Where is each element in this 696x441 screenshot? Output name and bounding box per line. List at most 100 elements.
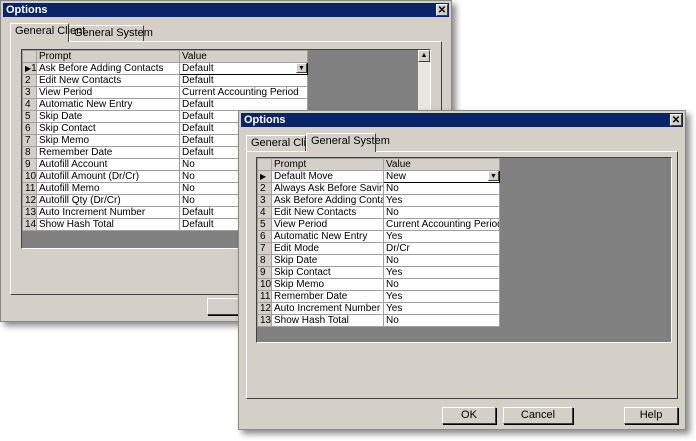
tab-general-client[interactable]: General Client — [10, 23, 85, 42]
close-button[interactable]: ✕ — [436, 4, 448, 16]
row-number: 4 — [22, 98, 37, 111]
table-row[interactable]: 11 Remember Date Yes — [257, 290, 500, 303]
close-icon: ✕ — [437, 5, 447, 16]
grid-header-row: Prompt Value — [257, 158, 500, 171]
value-cell[interactable]: Default ▼ — [179, 62, 308, 75]
ok-button[interactable]: OK — [442, 407, 496, 424]
row-number: 8 — [257, 254, 272, 267]
prompt-cell: Skip Contact — [271, 266, 384, 279]
value-cell[interactable]: No — [383, 182, 500, 195]
value-cell[interactable]: Default — [179, 98, 308, 111]
value-cell[interactable]: New ▼ — [383, 170, 500, 183]
table-row[interactable]: 12 Auto Increment Number Yes — [257, 302, 500, 315]
prompt-cell: View Period — [271, 218, 384, 231]
value-cell[interactable]: Dr/Cr — [383, 242, 500, 255]
table-row[interactable]: 3Ask Before Adding ContactsYes — [257, 194, 500, 207]
row-number: 7 — [22, 134, 37, 147]
row-number: 8 — [22, 146, 37, 159]
options-dialog-front: Options ✕ General Client General System … — [238, 110, 686, 430]
help-label: Help — [639, 409, 663, 421]
scroll-up-icon[interactable]: ▲ — [418, 50, 430, 62]
dialog-title: Options — [6, 4, 48, 16]
prompt-cell: Edit Mode — [271, 242, 384, 255]
table-row[interactable]: 5 View Period Current Accounting Period — [257, 218, 500, 231]
value-cell[interactable]: Yes — [383, 302, 500, 315]
title-bar-front[interactable]: Options ✕ — [241, 113, 683, 127]
row-number: 3 — [257, 194, 272, 207]
row-number: 9 — [22, 158, 37, 171]
prompt-cell: Remember Date — [271, 290, 384, 303]
prompt-cell: Remember Date — [36, 146, 180, 159]
row-number: ▶1 — [22, 62, 37, 75]
row-header-corner — [257, 158, 272, 171]
prompt-cell: View Period — [36, 86, 180, 99]
table-row[interactable]: 2 Edit New Contacts Default — [22, 74, 308, 87]
tab-label: General Client — [15, 25, 86, 37]
value-column-header[interactable]: Value — [179, 50, 308, 63]
tab-general-system[interactable]: General System — [306, 133, 390, 152]
prompt-cell: Skip Memo — [271, 278, 384, 291]
close-button[interactable]: ✕ — [670, 114, 682, 126]
prompt-cell: Autofill Memo — [36, 182, 180, 195]
dialog-title: Options — [244, 114, 286, 126]
help-button[interactable]: Help — [624, 407, 678, 424]
prompt-cell: Autofill Amount (Dr/Cr) — [36, 170, 180, 183]
dropdown-arrow-icon[interactable]: ▼ — [296, 63, 307, 73]
table-row[interactable]: 9 Skip Contact Yes — [257, 266, 500, 279]
prompt-column-header[interactable]: Prompt — [36, 50, 180, 63]
row-number: 10 — [22, 170, 37, 183]
prompt-cell: Auto Increment Number — [271, 302, 384, 315]
table-row[interactable]: ▶ Default Move New ▼ — [257, 170, 500, 183]
value-dropdown-text: New — [386, 171, 407, 182]
row-number: 9 — [257, 266, 272, 279]
table-row[interactable]: 4 Automatic New Entry Default — [22, 98, 308, 111]
close-icon: ✕ — [671, 115, 681, 126]
prompt-cell: Show Hash Total — [36, 218, 180, 231]
value-cell[interactable]: No — [383, 206, 500, 219]
value-cell[interactable]: Yes — [383, 266, 500, 279]
dropdown-arrow-icon[interactable]: ▼ — [488, 171, 499, 181]
value-cell[interactable]: Current Accounting Period — [383, 218, 500, 231]
row-number: 12 — [22, 194, 37, 207]
prompt-cell: Skip Date — [271, 254, 384, 267]
table-row[interactable]: 8 Skip Date No — [257, 254, 500, 267]
options-grid-area: Prompt Value ▶ Default Move New ▼ 2 Always Ask … — [256, 157, 672, 343]
grid-header-row: Prompt Value — [22, 50, 308, 63]
table-row[interactable]: 7 Edit Mode Dr/Cr — [257, 242, 500, 255]
tab-strip: General Client General System — [10, 23, 310, 42]
table-row[interactable]: 3 View Period Current Accounting Period — [22, 86, 308, 99]
title-bar-back[interactable]: Options ✕ — [3, 3, 449, 17]
value-cell[interactable]: Yes — [383, 194, 500, 207]
cancel-button[interactable]: Cancel — [503, 407, 573, 424]
prompt-column-header[interactable]: Prompt — [271, 158, 384, 171]
value-cell[interactable]: Default — [179, 74, 308, 87]
prompt-cell: Skip Date — [36, 110, 180, 123]
value-column-header[interactable]: Value — [383, 158, 500, 171]
table-row[interactable]: ▶1 Ask Before Adding Contacts Default ▼ — [22, 62, 308, 75]
value-cell[interactable]: No — [383, 314, 500, 327]
row-number: ▶ — [257, 170, 272, 183]
table-row[interactable]: 13 Show Hash Total No — [257, 314, 500, 327]
row-number: 2 — [257, 182, 272, 195]
table-row[interactable]: 4 Edit New Contacts No — [257, 206, 500, 219]
row-number: 12 — [257, 302, 272, 315]
table-row[interactable]: 2 Always Ask Before Saving No — [257, 182, 500, 195]
value-cell[interactable]: No — [383, 278, 500, 291]
prompt-cell: Default Move — [271, 170, 384, 183]
row-number: 11 — [257, 290, 272, 303]
table-row[interactable]: 10 Skip Memo No — [257, 278, 500, 291]
tab-panel: Prompt Value ▶ Default Move New ▼ 2 Always Ask … — [246, 151, 678, 424]
value-cell[interactable]: Yes — [383, 290, 500, 303]
table-row[interactable]: 6 Automatic New Entry Yes — [257, 230, 500, 243]
value-dropdown-text: Default — [182, 63, 214, 74]
row-number: 6 — [257, 230, 272, 243]
row-number: 5 — [22, 110, 37, 123]
value-cell[interactable]: Current Accounting Period — [179, 86, 308, 99]
value-cell[interactable]: Yes — [383, 230, 500, 243]
value-cell[interactable]: No — [383, 254, 500, 267]
prompt-cell: Autofill Account — [36, 158, 180, 171]
prompt-cell: Edit New Contacts — [36, 74, 180, 87]
tab-general-client[interactable]: General Client — [246, 135, 321, 151]
row-number: 6 — [22, 122, 37, 135]
row-number: 2 — [22, 74, 37, 87]
